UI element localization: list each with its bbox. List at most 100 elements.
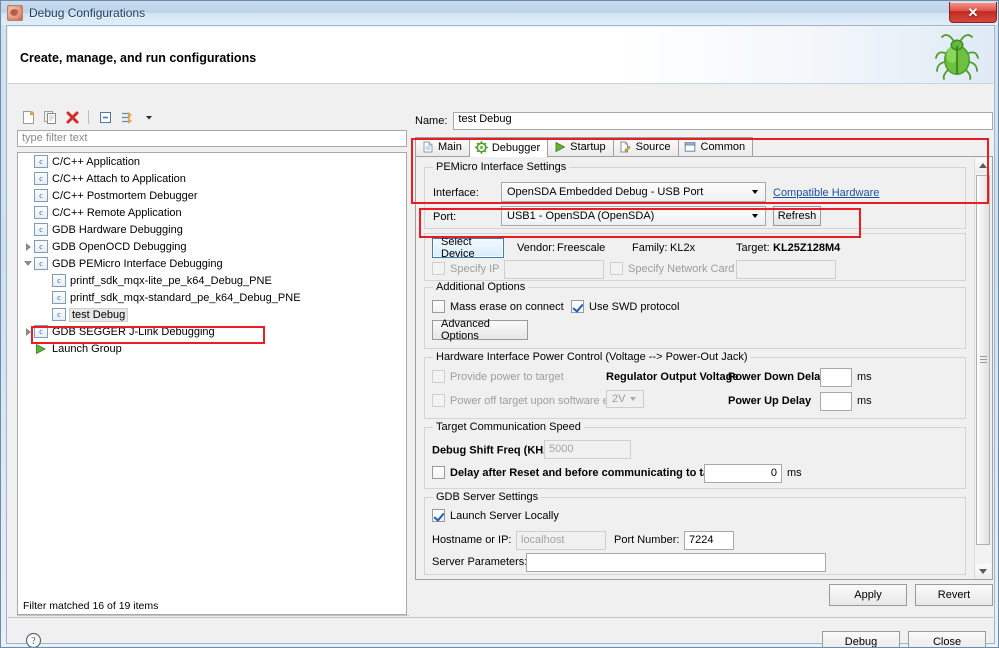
port-label: Port: (433, 211, 457, 223)
chevron-down-icon (752, 214, 758, 218)
refresh-button[interactable]: Refresh (773, 206, 821, 226)
specify-network-card-ip-checkbox[interactable] (610, 262, 623, 275)
collapse-all-icon[interactable] (96, 108, 114, 126)
select-device-label: Select Device (441, 236, 475, 260)
configuration-name-input[interactable]: test Debug (453, 112, 993, 130)
duplicate-configuration-icon[interactable] (41, 108, 59, 126)
specify-ip-checkbox[interactable] (432, 262, 445, 275)
green-bug-icon (935, 34, 979, 80)
filter-icon[interactable] (118, 108, 136, 126)
tree-item[interactable]: c C/C++ Postmortem Debugger (18, 187, 406, 204)
port-combo-value: USB1 - OpenSDA (OpenSDA) (507, 210, 655, 222)
c-file-icon: c (34, 223, 48, 236)
configuration-editor: Name: test Debug Main Debugger Startup S… (415, 112, 993, 619)
c-file-icon: c (52, 308, 66, 321)
debug-button[interactable]: Debug (822, 631, 900, 648)
hostname-input[interactable]: localhost (516, 531, 606, 550)
delay-after-reset-row: Delay after Reset and before communicati… (432, 466, 748, 479)
delete-configuration-icon[interactable] (63, 108, 81, 126)
tree-item[interactable]: c C/C++ Attach to Application (18, 170, 406, 187)
chevron-right-icon[interactable] (22, 242, 34, 251)
tab-startup-label: Startup (570, 141, 606, 153)
dialog-banner: Create, manage, and run configurations (8, 27, 993, 84)
tab-main[interactable]: Main (415, 137, 470, 156)
launch-server-locally-checkbox[interactable] (432, 509, 445, 522)
family-value: KL2x (670, 242, 696, 254)
debug-shift-freq-input[interactable]: 5000 (544, 440, 631, 459)
dropdown-arrow-icon[interactable] (140, 108, 158, 126)
tab-common[interactable]: Common (677, 137, 754, 156)
tree-item[interactable]: c C/C++ Remote Application (18, 204, 406, 221)
power-up-delay-label: Power Up Delay (728, 395, 812, 407)
tree-item[interactable]: c GDB Hardware Debugging (18, 221, 406, 238)
compatible-hardware-link[interactable]: Compatible Hardware (773, 187, 879, 199)
filter-input[interactable]: type filter text (17, 130, 407, 147)
scrollbar-thumb[interactable] (976, 175, 990, 545)
hostname-label: Hostname or IP: (432, 534, 512, 546)
port-number-input[interactable]: 7224 (684, 531, 734, 550)
power-off-exit-checkbox[interactable] (432, 394, 445, 407)
tree-item-label: GDB PEMicro Interface Debugging (52, 257, 223, 270)
tab-startup[interactable]: Startup (547, 137, 614, 156)
configurations-tree[interactable]: c C/C++ Application c C/C++ Attach to Appli… (17, 152, 407, 615)
port-combo[interactable]: USB1 - OpenSDA (OpenSDA) (501, 206, 766, 226)
mass-erase-label: Mass erase on connect (450, 300, 564, 313)
power-off-exit-label: Power off target upon software exit (450, 394, 620, 407)
chevron-right-icon[interactable] (22, 327, 34, 336)
filter-status-text: Filter matched 16 of 19 items (23, 600, 159, 612)
tab-source[interactable]: Source (612, 137, 679, 156)
power-up-delay-input[interactable] (820, 392, 852, 411)
tree-item[interactable]: c test Debug (18, 306, 406, 323)
delay-after-reset-checkbox[interactable] (432, 466, 445, 479)
c-file-icon: c (34, 325, 48, 338)
tree-item[interactable]: c GDB SEGGER J-Link Debugging (18, 323, 406, 340)
dialog-body: Create, manage, and run configurations t… (6, 25, 995, 647)
launch-server-locally-label: Launch Server Locally (450, 509, 559, 522)
power-down-delay-input[interactable] (820, 368, 852, 387)
scroll-down-arrow-icon[interactable] (975, 564, 991, 579)
mass-erase-checkbox[interactable] (432, 300, 445, 313)
tree-item-label: C/C++ Attach to Application (52, 172, 186, 185)
interface-combo[interactable]: OpenSDA Embedded Debug - USB Port (501, 182, 766, 202)
document-icon (421, 141, 434, 154)
tab-common-label: Common (700, 141, 746, 153)
apply-button[interactable]: Apply (829, 584, 907, 606)
tree-item[interactable]: c C/C++ Application (18, 153, 406, 170)
specify-network-card-ip-row: Specify Network Card IP (610, 262, 748, 275)
power-control-title: Hardware Interface Power Control (Voltag… (433, 351, 751, 363)
advanced-options-button[interactable]: Advanced Options (432, 318, 528, 342)
provide-power-checkbox[interactable] (432, 370, 445, 383)
close-dialog-button[interactable]: Close (908, 631, 986, 647)
tree-item[interactable]: c GDB OpenOCD Debugging (18, 238, 406, 255)
c-file-icon: c (34, 240, 48, 253)
specify-network-card-ip-input[interactable] (736, 260, 836, 279)
close-icon: ✕ (967, 4, 979, 20)
run-arrow-icon (553, 141, 566, 154)
target-value: KL25Z128M4 (773, 242, 841, 254)
use-swd-checkbox[interactable] (571, 300, 584, 313)
svg-text:?: ? (31, 636, 36, 647)
specify-ip-input[interactable] (504, 260, 604, 279)
help-question-icon[interactable]: ? (25, 632, 42, 648)
tree-item[interactable]: c GDB PEMicro Interface Debugging (18, 255, 406, 272)
specify-ip-row: Specify IP (432, 262, 500, 275)
tree-item[interactable]: Launch Group (18, 340, 406, 357)
debug-configurations-window: Debug Configurations ✕ Create, manage, a… (0, 0, 999, 648)
power-control-group: Hardware Interface Power Control (Voltag… (424, 351, 966, 419)
chevron-down-icon[interactable] (22, 261, 34, 266)
regulator-voltage-combo[interactable]: 2V (606, 390, 644, 408)
close-button[interactable]: ✕ (949, 2, 997, 23)
delay-after-reset-input[interactable]: 0 (704, 464, 782, 483)
revert-button[interactable]: Revert (915, 584, 993, 606)
revert-label: Revert (937, 589, 971, 601)
settings-scrollbar[interactable] (974, 158, 991, 579)
new-configuration-icon[interactable] (19, 108, 37, 126)
server-parameters-input[interactable] (526, 553, 826, 572)
tree-item[interactable]: c printf_sdk_mqx-standard_pe_k64_Debug_PN… (18, 289, 406, 306)
debug-label: Debug (844, 636, 878, 648)
tree-item[interactable]: c printf_sdk_mqx-lite_pe_k64_Debug_PNE (18, 272, 406, 289)
regulator-voltage-value: 2V (612, 393, 626, 405)
scroll-up-arrow-icon[interactable] (975, 158, 991, 173)
tab-debugger[interactable]: Debugger (468, 137, 549, 157)
select-device-button[interactable]: Select Device (432, 236, 504, 260)
